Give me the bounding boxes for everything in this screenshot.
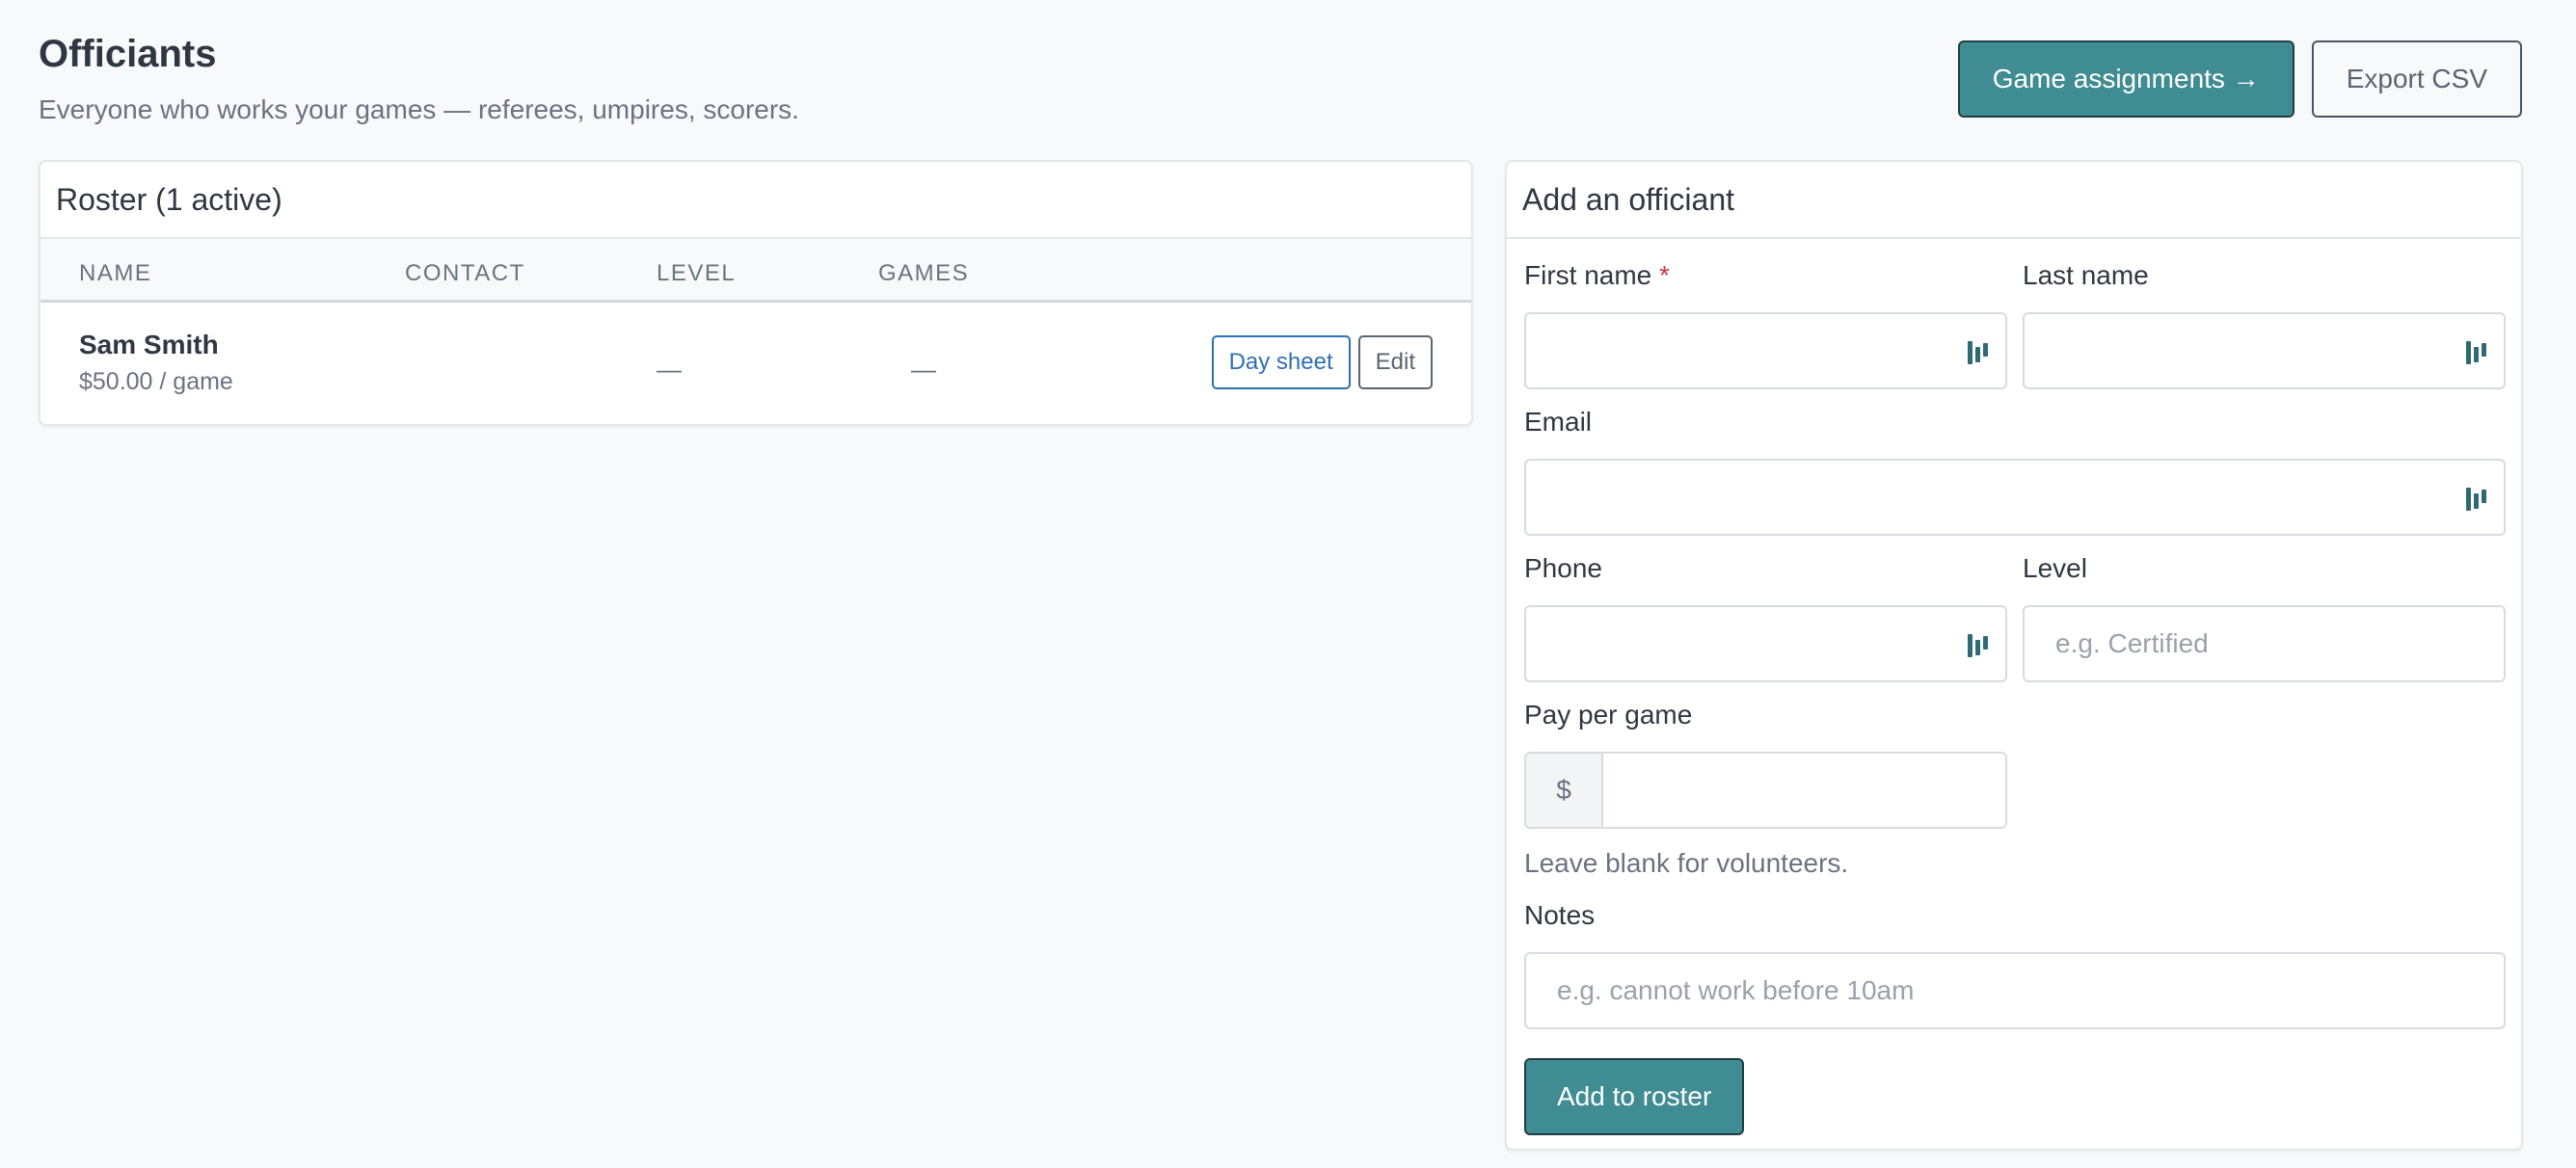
column-header-games: GAMES (878, 260, 970, 286)
pay-per-game-field[interactable] (1601, 752, 2007, 829)
password-manager-icon[interactable] (1967, 339, 1990, 366)
add-to-roster-button[interactable]: Add to roster (1524, 1058, 1745, 1135)
last-name-field[interactable] (2023, 312, 2506, 389)
officiant-games: — (911, 355, 936, 384)
edit-button[interactable]: Edit (1357, 335, 1433, 389)
add-officiant-title: Add an officiant (1507, 162, 2521, 239)
game-assignments-button[interactable]: Game assignments → (1957, 40, 2294, 118)
password-manager-icon[interactable] (2465, 486, 2488, 513)
email-label: Email (1524, 407, 1593, 437)
roster-card: Roster (1 active) NAME CONTACT LEVEL GAM… (39, 160, 1473, 426)
column-header-level: LEVEL (657, 260, 737, 286)
first-name-label-text: First name (1524, 260, 1652, 290)
roster-title: Roster (1 active) (40, 162, 1471, 239)
first-name-label: First name * (1524, 260, 1670, 291)
header-actions: Game assignments → Export CSV (1957, 40, 2522, 118)
currency-prefix: $ (1524, 752, 1603, 829)
row-actions: Day sheet Edit (1211, 335, 1433, 389)
password-manager-icon[interactable] (1967, 632, 1990, 659)
export-csv-button[interactable]: Export CSV (2311, 40, 2522, 118)
officiant-name: Sam Smith (79, 330, 219, 359)
password-manager-icon[interactable] (2465, 339, 2488, 366)
phone-label: Phone (1524, 553, 1602, 583)
required-marker: * (1659, 260, 1670, 290)
phone-field[interactable] (1524, 605, 2007, 682)
email-field[interactable] (1524, 459, 2506, 536)
notes-field[interactable]: e.g. cannot work before 10am (1524, 952, 2506, 1029)
first-name-field[interactable] (1524, 312, 2007, 389)
notes-label: Notes (1524, 900, 1596, 930)
officiant-level: — (657, 355, 682, 384)
level-field[interactable]: e.g. Certified (2023, 605, 2506, 682)
pay-hint: Leave blank for volunteers. (1524, 848, 1849, 878)
pay-per-game-label: Pay per game (1524, 700, 1693, 730)
column-header-name: NAME (79, 260, 152, 286)
page-subtitle: Everyone who works your games — referees… (39, 94, 799, 124)
table-row: Sam Smith $50.00 / game — — Day sheet Ed… (40, 303, 1471, 424)
add-officiant-card: Add an officiant First name * Last name … (1505, 160, 2523, 1151)
column-header-contact: CONTACT (405, 260, 525, 286)
day-sheet-button[interactable]: Day sheet (1211, 335, 1351, 389)
last-name-label: Last name (2023, 260, 2149, 290)
level-label: Level (2023, 553, 2087, 583)
page-title: Officiants (39, 33, 217, 75)
officiant-pay: $50.00 / game (79, 368, 233, 395)
roster-table-header: NAME CONTACT LEVEL GAMES (40, 239, 1471, 303)
